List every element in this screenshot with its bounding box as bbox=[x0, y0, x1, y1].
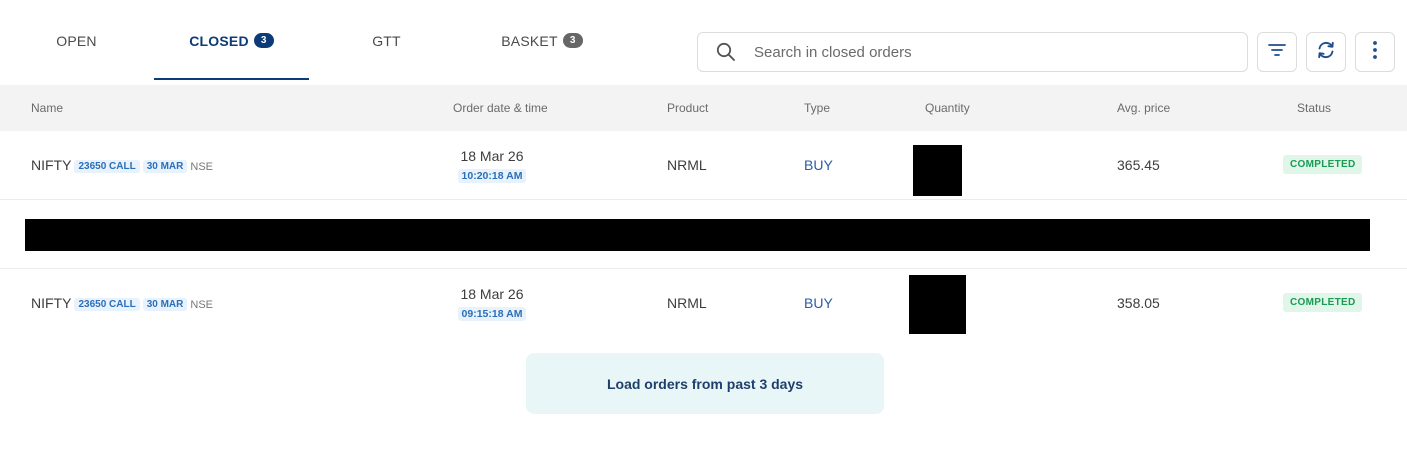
strike-chip: 23650 CALL bbox=[74, 298, 140, 311]
exchange: NSE bbox=[190, 299, 214, 311]
filter-icon bbox=[1268, 43, 1286, 62]
order-datetime-cell: 18 Mar 26 09:15:18 AM bbox=[450, 286, 534, 322]
tab-gtt[interactable]: GTT bbox=[341, 27, 432, 80]
order-type: BUY bbox=[804, 157, 833, 173]
status-badge: COMPLETED bbox=[1283, 293, 1363, 312]
product: NRML bbox=[667, 157, 707, 173]
quantity-redacted bbox=[909, 275, 966, 334]
refresh-icon bbox=[1316, 40, 1336, 65]
search-box[interactable] bbox=[697, 32, 1248, 72]
more-options-button[interactable] bbox=[1355, 32, 1395, 72]
strike-chip: 23650 CALL bbox=[74, 160, 140, 173]
filter-button[interactable] bbox=[1257, 32, 1297, 72]
tab-basket[interactable]: BASKET 3 bbox=[480, 27, 604, 80]
col-quantity[interactable]: Quantity bbox=[925, 101, 970, 115]
tab-closed-count: 3 bbox=[253, 33, 274, 48]
redaction-bar bbox=[25, 219, 1370, 251]
table-header: Name Order date & time Product Type Quan… bbox=[0, 85, 1407, 131]
avg-price: 365.45 bbox=[1117, 157, 1160, 173]
col-product[interactable]: Product bbox=[667, 101, 708, 115]
search-input[interactable] bbox=[754, 34, 1234, 70]
table-row[interactable]: NIFTY 23650 CALL 30 MAR NSE 18 Mar 26 10:20… bbox=[0, 131, 1407, 200]
expiry-chip: 30 MAR bbox=[142, 298, 188, 311]
order-datetime-cell: 18 Mar 26 10:20:18 AM bbox=[450, 148, 534, 184]
tab-closed[interactable]: CLOSED 3 bbox=[154, 27, 309, 80]
refresh-button[interactable] bbox=[1306, 32, 1346, 72]
avg-price: 358.05 bbox=[1117, 295, 1160, 311]
tab-basket-label: BASKET bbox=[501, 33, 558, 49]
order-time: 10:20:18 AM bbox=[457, 169, 527, 183]
tab-basket-count: 3 bbox=[562, 33, 583, 48]
order-time: 09:15:18 AM bbox=[457, 307, 527, 321]
symbol: NIFTY bbox=[31, 157, 72, 173]
col-order-datetime[interactable]: Order date & time bbox=[453, 101, 548, 115]
tab-closed-label: CLOSED bbox=[189, 33, 249, 49]
col-type[interactable]: Type bbox=[804, 101, 830, 115]
order-date: 18 Mar 26 bbox=[460, 148, 524, 164]
search-icon bbox=[698, 33, 754, 71]
order-type: BUY bbox=[804, 295, 833, 311]
instrument-cell: NIFTY 23650 CALL 30 MAR NSE bbox=[31, 157, 213, 175]
exchange: NSE bbox=[190, 161, 214, 173]
more-vertical-icon bbox=[1372, 40, 1378, 65]
table-row-redacted bbox=[0, 200, 1407, 269]
status-badge: COMPLETED bbox=[1283, 155, 1363, 174]
tab-gtt-label: GTT bbox=[372, 33, 401, 49]
instrument-cell: NIFTY 23650 CALL 30 MAR NSE bbox=[31, 295, 213, 313]
symbol: NIFTY bbox=[31, 295, 72, 311]
table-row[interactable]: NIFTY 23650 CALL 30 MAR NSE 18 Mar 26 09:15… bbox=[0, 269, 1407, 338]
tab-open-label: OPEN bbox=[56, 33, 97, 49]
load-past-orders-button[interactable]: Load orders from past 3 days bbox=[526, 353, 884, 414]
col-name[interactable]: Name bbox=[31, 101, 63, 115]
col-avg-price[interactable]: Avg. price bbox=[1117, 101, 1170, 115]
order-date: 18 Mar 26 bbox=[460, 286, 524, 302]
orders-panel: OPEN CLOSED 3 GTT BASKET 3 Name Order d bbox=[0, 0, 1407, 435]
col-status[interactable]: Status bbox=[1297, 101, 1331, 115]
quantity-redacted bbox=[913, 145, 962, 196]
expiry-chip: 30 MAR bbox=[142, 160, 188, 173]
product: NRML bbox=[667, 295, 707, 311]
tab-open[interactable]: OPEN bbox=[31, 27, 122, 80]
